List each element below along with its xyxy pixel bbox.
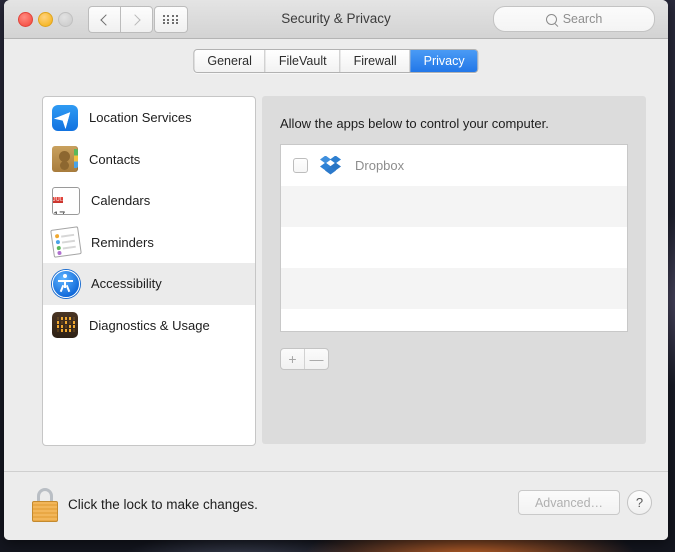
window-titlebar: Security & Privacy Search <box>4 0 668 39</box>
remove-app-button[interactable]: — <box>305 349 328 369</box>
lock-caption: Click the lock to make changes. <box>68 497 258 512</box>
calendar-month: JUL <box>53 196 64 203</box>
tab-general[interactable]: General <box>194 50 266 72</box>
sidebar-item-reminders[interactable]: Reminders <box>43 222 255 264</box>
preferences-body: Location Services Contacts JUL 17 Calend… <box>4 80 668 472</box>
advanced-button[interactable]: Advanced… <box>518 490 620 515</box>
table-row-empty <box>281 227 627 268</box>
dropbox-icon <box>319 155 345 177</box>
sidebar-item-label: Contacts <box>89 151 141 167</box>
sidebar-item-contacts[interactable]: Contacts <box>43 139 255 181</box>
sidebar-item-accessibility[interactable]: Accessibility <box>43 263 255 305</box>
sidebar-item-label: Reminders <box>91 234 154 250</box>
help-button[interactable]: ? <box>627 490 652 515</box>
panel-caption: Allow the apps below to control your com… <box>280 116 549 131</box>
table-row-empty <box>281 186 627 227</box>
sidebar-item-diagnostics-usage[interactable]: Diagnostics & Usage <box>43 305 255 347</box>
search-input[interactable]: Search <box>493 6 655 32</box>
calendars-icon: JUL 17 <box>52 186 80 215</box>
tab-privacy[interactable]: Privacy <box>410 50 478 72</box>
sidebar-item-label: Calendars <box>91 193 151 209</box>
table-row-empty <box>281 309 627 331</box>
contacts-icon <box>52 146 78 173</box>
accessibility-icon <box>52 269 80 298</box>
allowed-apps-list[interactable]: Dropbox <box>280 144 628 332</box>
sidebar-item-location-services[interactable]: Location Services <box>43 97 255 139</box>
sidebar-item-label: Accessibility <box>91 276 162 292</box>
diagnostics-icon <box>52 312 78 339</box>
tab-firewall[interactable]: Firewall <box>340 50 411 72</box>
tab-group: General FileVault Firewall Privacy <box>193 49 479 73</box>
sidebar-item-calendars[interactable]: JUL 17 Calendars <box>43 180 255 222</box>
table-row-empty <box>281 268 627 309</box>
tab-filevault[interactable]: FileVault <box>265 50 341 72</box>
privacy-detail-panel: Allow the apps below to control your com… <box>262 96 646 444</box>
window-footer: Click the lock to make changes. Advanced… <box>4 471 668 540</box>
sidebar-item-label: Diagnostics & Usage <box>89 317 210 333</box>
search-placeholder: Search <box>562 12 603 26</box>
table-row[interactable]: Dropbox <box>281 145 627 186</box>
add-remove-segmented-control: + — <box>280 348 329 370</box>
location-services-icon <box>52 104 78 131</box>
privacy-category-list: Location Services Contacts JUL 17 Calend… <box>42 96 256 446</box>
lock-closed-icon[interactable] <box>30 488 60 522</box>
search-icon <box>545 13 557 25</box>
calendar-day: 17 <box>53 210 65 214</box>
system-preferences-window: Security & Privacy Search General FileVa… <box>4 0 668 540</box>
add-app-button[interactable]: + <box>281 349 305 369</box>
tab-bar: General FileVault Firewall Privacy <box>4 39 668 81</box>
app-checkbox[interactable] <box>293 158 308 173</box>
sidebar-item-label: Location Services <box>89 110 192 126</box>
reminders-icon <box>50 226 82 259</box>
app-name-label: Dropbox <box>355 158 405 173</box>
